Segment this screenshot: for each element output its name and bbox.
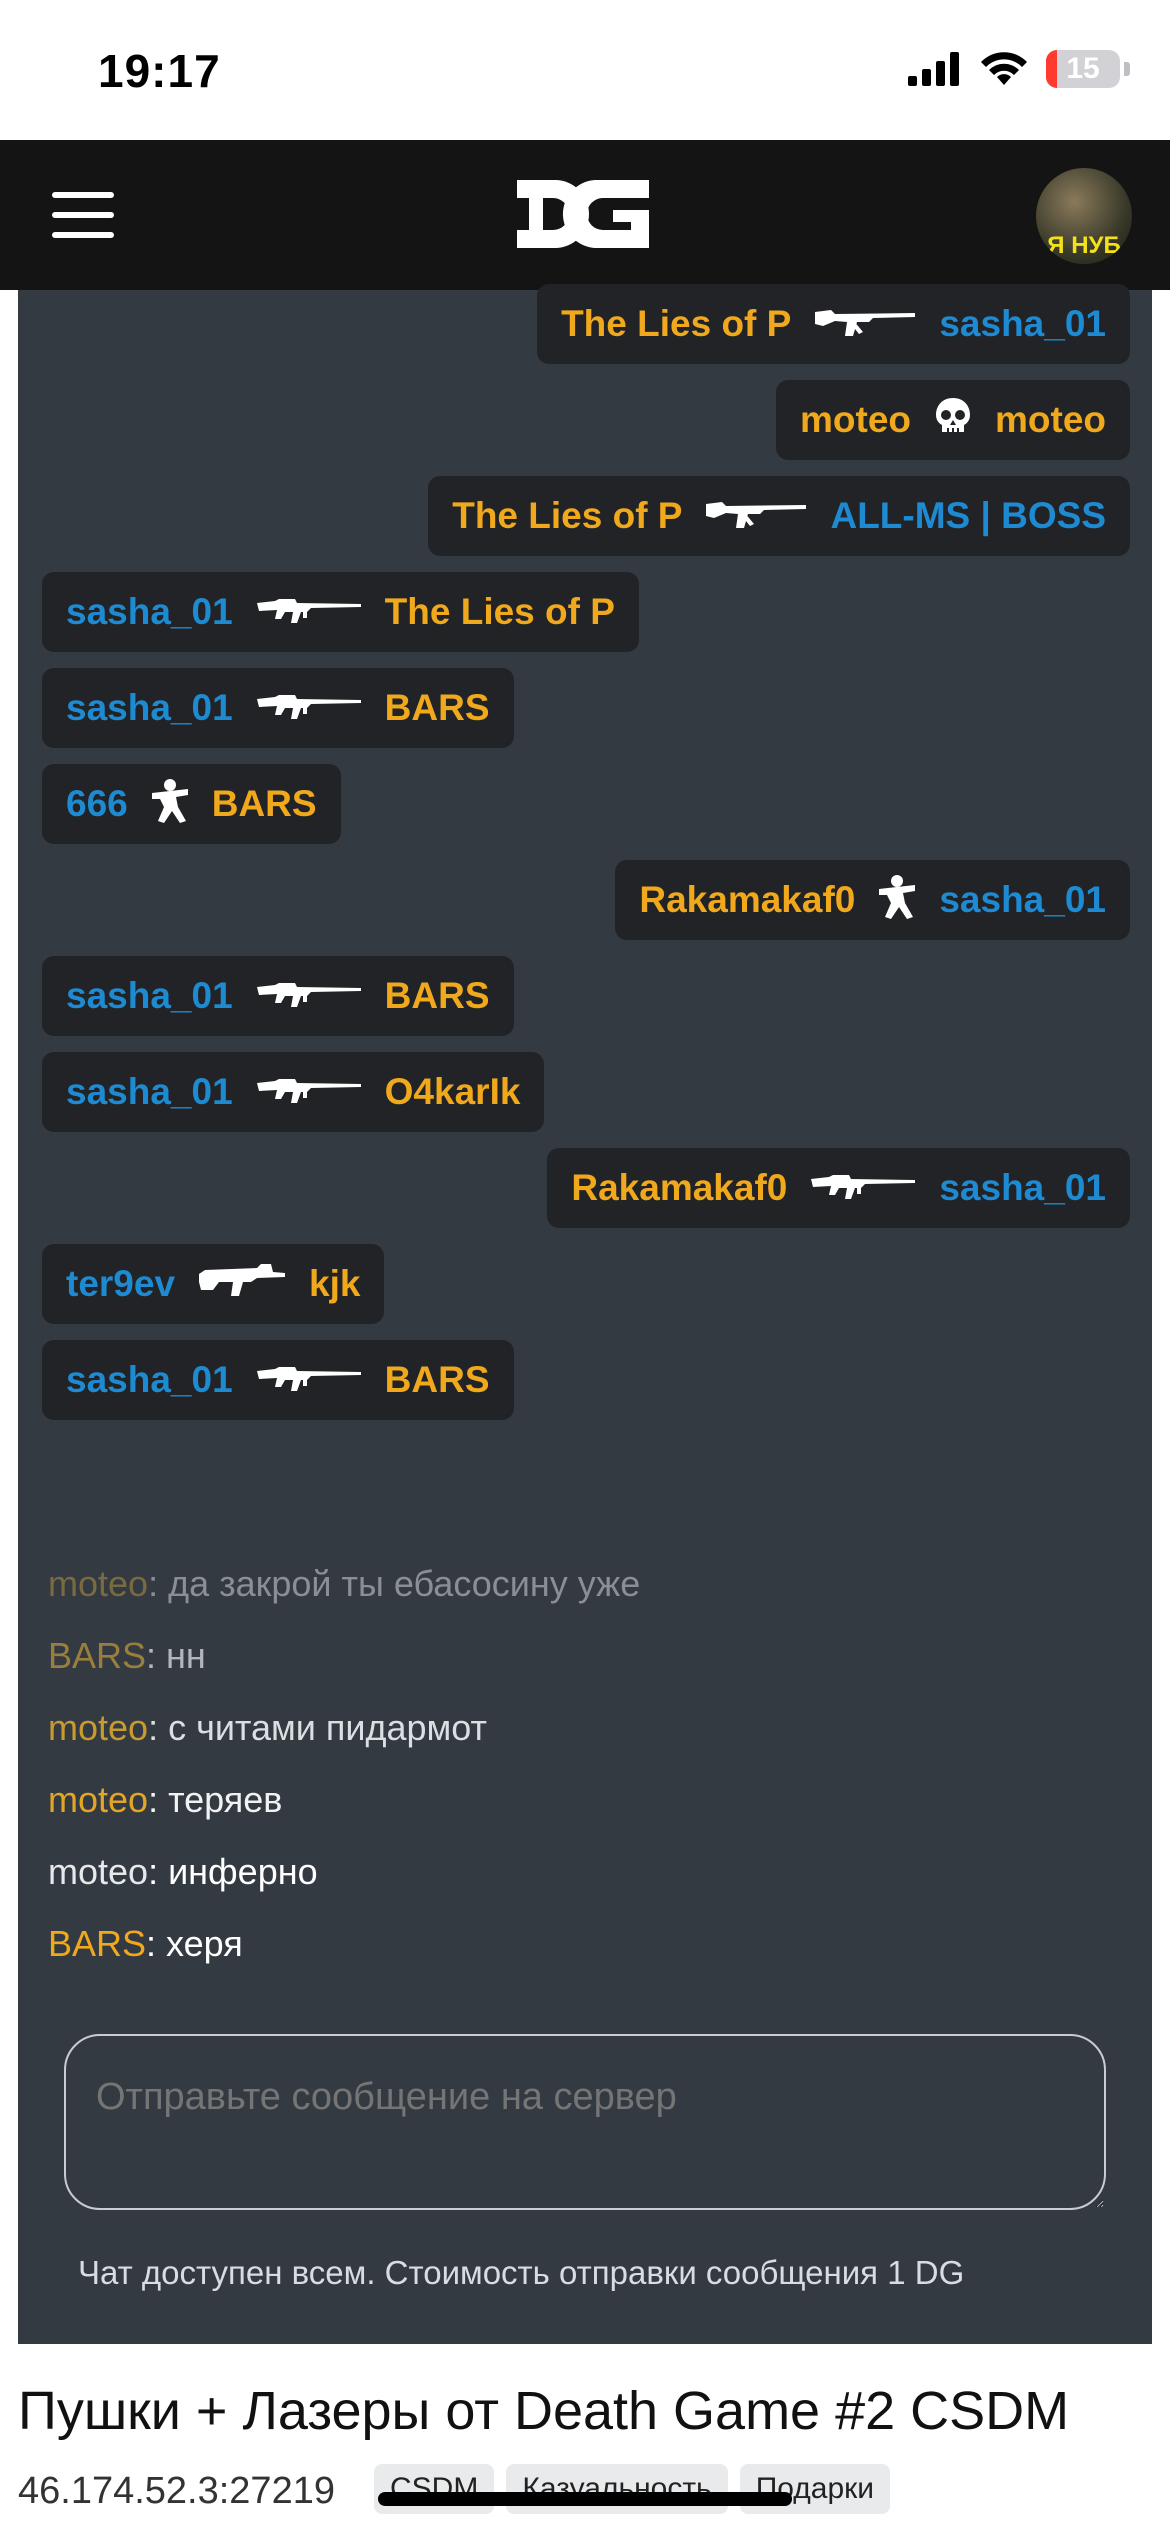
victim-name[interactable]: BARS	[385, 1359, 490, 1401]
chat-message: BARS: нн	[48, 1620, 1128, 1692]
chat-log: moteo: да закрой ты ебасосину уже BARS: н…	[48, 1548, 1128, 1980]
avatar-caption: Я НУБ	[1047, 232, 1121, 259]
chat-message: moteo: с читами пидармот	[48, 1692, 1128, 1764]
chat-author[interactable]: BARS	[48, 1635, 146, 1676]
chat-text: : с читами пидармот	[148, 1707, 488, 1748]
ak47-rifle-icon	[704, 494, 808, 539]
m4a1-rifle-icon	[255, 1071, 363, 1114]
chat-author[interactable]: moteo	[48, 1851, 148, 1892]
rocket-launcher-icon	[150, 777, 190, 832]
kill-feed-entry: moteo moteo	[776, 380, 1130, 460]
chat-message: moteo: инферно	[48, 1836, 1128, 1908]
m4a1-rifle-icon	[255, 1359, 363, 1402]
chat-message: moteo: да закрой ты ебасосину уже	[48, 1548, 1128, 1620]
killer-name[interactable]: moteo	[800, 399, 911, 441]
server-address[interactable]: 46.174.52.3:27219	[18, 2470, 335, 2513]
victim-name[interactable]: BARS	[385, 687, 490, 729]
chat-text: : инферно	[148, 1851, 318, 1892]
chat-author[interactable]: moteo	[48, 1707, 148, 1748]
victim-name[interactable]: The Lies of P	[385, 591, 615, 633]
dg-logo-icon	[517, 180, 649, 249]
wifi-icon	[981, 52, 1027, 85]
m4a1-rifle-icon	[255, 591, 363, 634]
hamburger-menu-button[interactable]	[52, 192, 114, 238]
chat-cost-note: Чат доступен всем. Стоимость отправки со…	[78, 2254, 965, 2291]
top-navbar: Я НУБ	[0, 140, 1170, 290]
killer-name[interactable]: Rakamakaf0	[639, 879, 855, 921]
victim-name[interactable]: kjk	[309, 1263, 360, 1305]
killer-name[interactable]: sasha_01	[66, 1359, 233, 1401]
victim-name[interactable]: ALL-MS | BOSS	[830, 495, 1106, 537]
famas-rifle-icon	[197, 1260, 287, 1309]
killer-name[interactable]: The Lies of P	[452, 495, 682, 537]
victim-name[interactable]: sasha_01	[939, 1167, 1106, 1209]
killer-name[interactable]: 666	[66, 783, 128, 825]
killer-name[interactable]: ter9ev	[66, 1263, 175, 1305]
victim-name[interactable]: BARS	[212, 783, 317, 825]
server-tag[interactable]: Подарки	[739, 2464, 891, 2514]
m4a1-rifle-icon	[809, 1167, 917, 1210]
kill-feed-entry: Rakamakaf0 sasha_01	[615, 860, 1130, 940]
victim-name[interactable]: moteo	[995, 399, 1106, 441]
victim-name[interactable]: BARS	[385, 975, 490, 1017]
victim-name[interactable]: O4karIk	[385, 1071, 521, 1113]
status-time: 19:17	[98, 45, 221, 97]
ak47-rifle-icon	[813, 302, 917, 347]
chat-message: BARS: херя	[48, 1908, 1128, 1980]
killer-name[interactable]: sasha_01	[66, 975, 233, 1017]
victim-name[interactable]: sasha_01	[939, 879, 1106, 921]
rocket-launcher-icon	[877, 873, 917, 928]
kill-feed-entry: The Lies of P sasha_01	[537, 284, 1130, 364]
chat-text: : нн	[146, 1635, 206, 1676]
battery-percent: 15	[1066, 52, 1100, 85]
chat-author[interactable]: moteo	[48, 1779, 148, 1820]
kill-feed-entry: sasha_01 The Lies of P	[42, 572, 639, 652]
kill-feed-entry: ter9ev kjk	[42, 1244, 385, 1324]
chat-text: : да закрой ты ебасосину уже	[148, 1563, 641, 1604]
victim-name[interactable]: sasha_01	[939, 303, 1106, 345]
battery-icon: 15	[1046, 50, 1120, 88]
kill-feed-entry: sasha_01 BARS	[42, 1340, 514, 1420]
killer-name[interactable]: Rakamakaf0	[571, 1167, 787, 1209]
chat-text: : теряев	[148, 1779, 283, 1820]
cellular-signal-icon	[908, 52, 959, 86]
user-avatar[interactable]: Я НУБ	[1036, 168, 1132, 264]
chat-message: moteo: теряев	[48, 1764, 1128, 1836]
m4a1-rifle-icon	[255, 687, 363, 730]
chat-author[interactable]: moteo	[48, 1563, 148, 1604]
kill-feed-entry: sasha_01 BARS	[42, 956, 514, 1036]
chat-message-input[interactable]	[64, 2034, 1106, 2210]
kill-feed-entry: sasha_01 BARS	[42, 668, 514, 748]
server-tags: CSDM Казуальность Подарки	[374, 2464, 891, 2514]
dg-logo[interactable]	[513, 176, 653, 257]
kill-feed-entry: The Lies of P ALL-MS | BOSS	[428, 476, 1130, 556]
killer-name[interactable]: sasha_01	[66, 687, 233, 729]
home-indicator	[378, 2492, 792, 2506]
chat-text: : херя	[146, 1923, 243, 1964]
killer-name[interactable]: sasha_01	[66, 1071, 233, 1113]
server-chat-panel: The Lies of Psasha_01 moteo moteo The Lies …	[18, 284, 1152, 2344]
chat-author[interactable]: BARS	[48, 1923, 146, 1964]
killer-name[interactable]: The Lies of P	[561, 303, 791, 345]
killer-name[interactable]: sasha_01	[66, 591, 233, 633]
server-title: Пушки + Лазеры от Death Game #2 CSDM	[18, 2381, 1070, 2441]
skull-icon	[933, 396, 973, 445]
status-icons: 15	[908, 50, 1130, 88]
kill-feed-entry: Rakamakaf0 sasha_01	[547, 1148, 1130, 1228]
m4a1-rifle-icon	[255, 975, 363, 1018]
server-tag[interactable]: Казуальность	[506, 2464, 728, 2514]
status-bar: 19:17 15	[0, 0, 1170, 140]
kill-feed-entry: sasha_01 O4karIk	[42, 1052, 545, 1132]
battery-cap	[1124, 62, 1130, 76]
kill-feed-entry: 666 BARS	[42, 764, 341, 844]
server-tag[interactable]: CSDM	[374, 2464, 495, 2514]
